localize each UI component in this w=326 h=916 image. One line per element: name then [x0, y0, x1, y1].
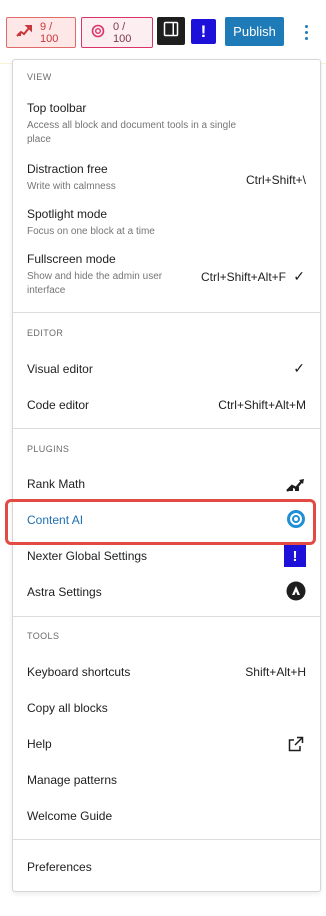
menu-item-label: Code editor — [27, 398, 90, 412]
group-label-plugins: PLUGINS — [27, 444, 70, 454]
content-ai-score-button[interactable]: 0 / 100 — [81, 17, 153, 48]
kebab-dot-icon — [304, 24, 308, 28]
menu-item-astra-settings[interactable]: Astra Settings — [13, 577, 320, 607]
menu-item-shortcut: Shift+Alt+H — [245, 665, 306, 679]
menu-item-label: Distraction free — [27, 162, 108, 176]
editor-toolbar: 9 / 100 0 / 100 ! Publish — [0, 0, 326, 64]
external-link-icon — [286, 734, 306, 754]
menu-item-label: Copy all blocks — [27, 701, 108, 715]
menu-divider — [13, 428, 320, 429]
menu-item-keyboard-shortcuts[interactable]: Keyboard shortcuts Shift+Alt+H — [13, 657, 320, 687]
exclamation-icon: ! — [200, 21, 207, 41]
menu-item-rank-math[interactable]: Rank Math — [13, 469, 320, 499]
options-dropdown-menu: VIEW Top toolbar Access all block and do… — [12, 59, 321, 892]
content-ai-score-value: 0 / 100 — [113, 20, 132, 45]
menu-divider — [13, 839, 320, 840]
kebab-dot-icon — [304, 30, 308, 34]
menu-item-label: Nexter Global Settings — [27, 549, 148, 563]
menu-item-welcome-guide[interactable]: Welcome Guide — [13, 801, 320, 831]
menu-item-spotlight-mode[interactable]: Spotlight mode Focus on one block at a t… — [13, 203, 320, 241]
menu-item-label: Spotlight mode — [27, 207, 108, 221]
menu-item-label: Manage patterns — [27, 773, 118, 787]
menu-item-label: Fullscreen mode — [27, 252, 116, 266]
menu-item-description: Show and hide the admin user interface — [27, 271, 163, 296]
menu-item-label: Astra Settings — [27, 585, 102, 599]
settings-panel-toggle-button[interactable] — [157, 17, 185, 45]
nexter-icon: ! — [284, 545, 306, 567]
menu-divider — [13, 312, 320, 313]
menu-item-visual-editor[interactable]: Visual editor ✓ — [13, 354, 320, 384]
menu-item-shortcut: Ctrl+Shift+\ — [245, 173, 306, 187]
menu-item-description: Focus on one block at a time — [27, 226, 155, 237]
astra-icon — [286, 581, 306, 601]
menu-item-label: Help — [27, 737, 52, 751]
menu-item-code-editor[interactable]: Code editor Ctrl+Shift+Alt+M — [13, 390, 320, 420]
menu-item-nexter-global-settings[interactable]: Nexter Global Settings ! — [13, 541, 320, 571]
menu-item-description: Access all block and document tools in a… — [27, 120, 237, 145]
menu-item-fullscreen-mode[interactable]: Fullscreen mode Show and hide the admin … — [13, 248, 320, 304]
group-label-view: VIEW — [27, 72, 52, 82]
content-ai-highlight-frame — [5, 499, 316, 545]
group-label-tools: TOOLS — [27, 631, 60, 641]
menu-item-label: Top toolbar — [27, 101, 87, 115]
menu-item-label: Keyboard shortcuts — [27, 665, 131, 679]
content-ai-icon — [91, 24, 105, 41]
menu-item-shortcut: Ctrl+Shift+Alt+F — [200, 270, 286, 284]
checkmark-icon: ✓ — [293, 268, 305, 284]
rank-math-score-value: 9 / 100 — [40, 20, 59, 45]
menu-item-label: Welcome Guide — [27, 809, 113, 823]
sidebar-panel-icon — [163, 21, 179, 42]
menu-item-help[interactable]: Help — [13, 729, 320, 759]
rank-math-icon — [286, 474, 306, 494]
menu-divider — [13, 616, 320, 617]
nexter-button[interactable]: ! — [191, 19, 216, 44]
menu-item-top-toolbar[interactable]: Top toolbar Access all block and documen… — [13, 98, 320, 152]
menu-item-label: Visual editor — [27, 362, 93, 376]
kebab-dot-icon — [304, 36, 308, 40]
menu-item-manage-patterns[interactable]: Manage patterns — [13, 765, 320, 795]
menu-item-description: Write with calmness — [27, 181, 116, 192]
rank-math-score-button[interactable]: 9 / 100 — [6, 17, 76, 48]
options-menu-button[interactable] — [296, 17, 316, 47]
menu-item-preferences[interactable]: Preferences — [13, 852, 320, 882]
rank-math-icon — [16, 25, 32, 40]
menu-item-copy-all-blocks[interactable]: Copy all blocks — [13, 693, 320, 723]
group-label-editor: EDITOR — [27, 328, 64, 338]
menu-item-distraction-free[interactable]: Distraction free Write with calmness Ctr… — [13, 158, 320, 196]
menu-item-label: Rank Math — [27, 477, 86, 491]
checkmark-icon: ✓ — [293, 360, 305, 376]
menu-item-shortcut: Ctrl+Shift+Alt+M — [218, 398, 306, 412]
publish-button[interactable]: Publish — [225, 17, 284, 46]
menu-item-label: Preferences — [27, 860, 92, 874]
